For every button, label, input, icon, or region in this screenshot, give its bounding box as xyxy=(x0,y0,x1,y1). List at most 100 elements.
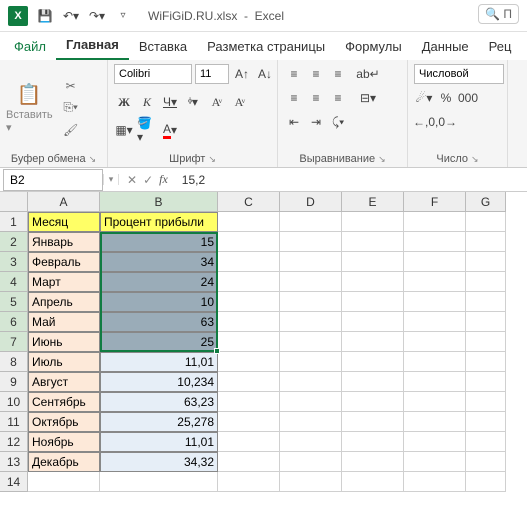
percent-icon[interactable]: % xyxy=(436,88,456,108)
cell-G14[interactable] xyxy=(466,472,506,492)
number-launcher-icon[interactable]: ↘ xyxy=(471,154,479,165)
font-color-icon[interactable]: A▾ xyxy=(160,120,180,140)
row-header-11[interactable]: 11 xyxy=(0,412,28,432)
cell-A7[interactable]: Июнь xyxy=(28,332,100,352)
cell-B5[interactable]: 10 xyxy=(100,292,218,312)
cell-G5[interactable] xyxy=(466,292,506,312)
row-header-13[interactable]: 13 xyxy=(0,452,28,472)
cell-C4[interactable] xyxy=(218,272,280,292)
search-box[interactable]: 🔍 П xyxy=(478,4,519,24)
menu-data[interactable]: Данные xyxy=(412,34,479,60)
cell-C14[interactable] xyxy=(218,472,280,492)
number-format-select[interactable] xyxy=(414,64,504,84)
cell-A13[interactable]: Декабрь xyxy=(28,452,100,472)
col-header-D[interactable]: D xyxy=(280,192,342,212)
merge-icon[interactable]: ⊟▾ xyxy=(358,88,378,108)
cell-B12[interactable]: 11,01 xyxy=(100,432,218,452)
row-header-9[interactable]: 9 xyxy=(0,372,28,392)
cell-E5[interactable] xyxy=(342,292,404,312)
cell-B9[interactable]: 10,234 xyxy=(100,372,218,392)
cell-E12[interactable] xyxy=(342,432,404,452)
cell-F4[interactable] xyxy=(404,272,466,292)
col-header-C[interactable]: C xyxy=(218,192,280,212)
cell-D4[interactable] xyxy=(280,272,342,292)
cell-C7[interactable] xyxy=(218,332,280,352)
cell-A10[interactable]: Сентябрь xyxy=(28,392,100,412)
row-header-4[interactable]: 4 xyxy=(0,272,28,292)
cell-A12[interactable]: Ноябрь xyxy=(28,432,100,452)
increase-font-icon[interactable]: A↑ xyxy=(232,64,252,84)
cell-D9[interactable] xyxy=(280,372,342,392)
cell-A4[interactable]: Март xyxy=(28,272,100,292)
menu-insert[interactable]: Вставка xyxy=(129,34,197,60)
decrease-font-icon[interactable]: A↓ xyxy=(255,64,275,84)
cell-B4[interactable]: 24 xyxy=(100,272,218,292)
cell-D14[interactable] xyxy=(280,472,342,492)
save-icon[interactable]: 💾 xyxy=(34,5,56,27)
enter-formula-icon[interactable]: ✓ xyxy=(143,173,153,187)
grow-font-a-icon[interactable]: Aͮ xyxy=(206,92,226,112)
cell-D5[interactable] xyxy=(280,292,342,312)
cell-E1[interactable] xyxy=(342,212,404,232)
cell-G13[interactable] xyxy=(466,452,506,472)
cell-C1[interactable] xyxy=(218,212,280,232)
cell-D13[interactable] xyxy=(280,452,342,472)
cell-E11[interactable] xyxy=(342,412,404,432)
row-header-8[interactable]: 8 xyxy=(0,352,28,372)
wrap-text-icon[interactable]: ab↵ xyxy=(358,64,378,84)
cell-D8[interactable] xyxy=(280,352,342,372)
shrink-font-a-icon[interactable]: Aͮ xyxy=(229,92,249,112)
cell-D10[interactable] xyxy=(280,392,342,412)
cell-D11[interactable] xyxy=(280,412,342,432)
copy-icon[interactable]: ⎘▾ xyxy=(61,99,81,117)
cell-G1[interactable] xyxy=(466,212,506,232)
cell-B8[interactable]: 11,01 xyxy=(100,352,218,372)
cell-C8[interactable] xyxy=(218,352,280,372)
cut-icon[interactable]: ✂ xyxy=(61,77,81,95)
col-header-B[interactable]: B xyxy=(100,192,218,212)
cell-A8[interactable]: Июль xyxy=(28,352,100,372)
cell-E4[interactable] xyxy=(342,272,404,292)
cell-B2[interactable]: 15 xyxy=(100,232,218,252)
cell-C5[interactable] xyxy=(218,292,280,312)
cell-B6[interactable]: 63 xyxy=(100,312,218,332)
row-header-2[interactable]: 2 xyxy=(0,232,28,252)
fill-color-icon[interactable]: 🪣▾ xyxy=(137,120,157,140)
cancel-formula-icon[interactable]: ✕ xyxy=(127,173,137,187)
align-top-icon[interactable]: ≡ xyxy=(284,64,304,84)
format-painter-icon[interactable]: 🖌 xyxy=(61,121,81,139)
cell-G9[interactable] xyxy=(466,372,506,392)
row-header-1[interactable]: 1 xyxy=(0,212,28,232)
menu-home[interactable]: Главная xyxy=(56,32,129,60)
col-header-F[interactable]: F xyxy=(404,192,466,212)
decrease-decimal-icon[interactable]: ,0→ xyxy=(436,112,456,132)
comma-icon[interactable]: 000 xyxy=(458,88,478,108)
formula-input[interactable]: 15,2 xyxy=(182,173,205,187)
menu-file[interactable]: Файл xyxy=(4,34,56,60)
cell-F7[interactable] xyxy=(404,332,466,352)
decrease-indent-icon[interactable]: ⇤ xyxy=(284,112,304,132)
cell-F1[interactable] xyxy=(404,212,466,232)
cell-F8[interactable] xyxy=(404,352,466,372)
select-all-corner[interactable] xyxy=(0,192,28,212)
name-box[interactable] xyxy=(3,169,103,191)
spreadsheet-grid[interactable]: ABCDEFG 1234567891011121314 МесяцПроцент… xyxy=(0,192,527,492)
cell-D3[interactable] xyxy=(280,252,342,272)
row-header-5[interactable]: 5 xyxy=(0,292,28,312)
cell-G4[interactable] xyxy=(466,272,506,292)
cell-E8[interactable] xyxy=(342,352,404,372)
row-header-7[interactable]: 7 xyxy=(0,332,28,352)
cell-A3[interactable]: Февраль xyxy=(28,252,100,272)
col-header-E[interactable]: E xyxy=(342,192,404,212)
cell-G2[interactable] xyxy=(466,232,506,252)
cell-D12[interactable] xyxy=(280,432,342,452)
cell-G3[interactable] xyxy=(466,252,506,272)
undo-icon[interactable]: ↶▾ xyxy=(60,5,82,27)
cell-C11[interactable] xyxy=(218,412,280,432)
cell-B1[interactable]: Процент прибыли xyxy=(100,212,218,232)
cell-A14[interactable] xyxy=(28,472,100,492)
menu-review[interactable]: Рец xyxy=(479,34,522,60)
cell-F2[interactable] xyxy=(404,232,466,252)
cell-D6[interactable] xyxy=(280,312,342,332)
qat-customize-icon[interactable]: ▿ xyxy=(112,5,134,27)
